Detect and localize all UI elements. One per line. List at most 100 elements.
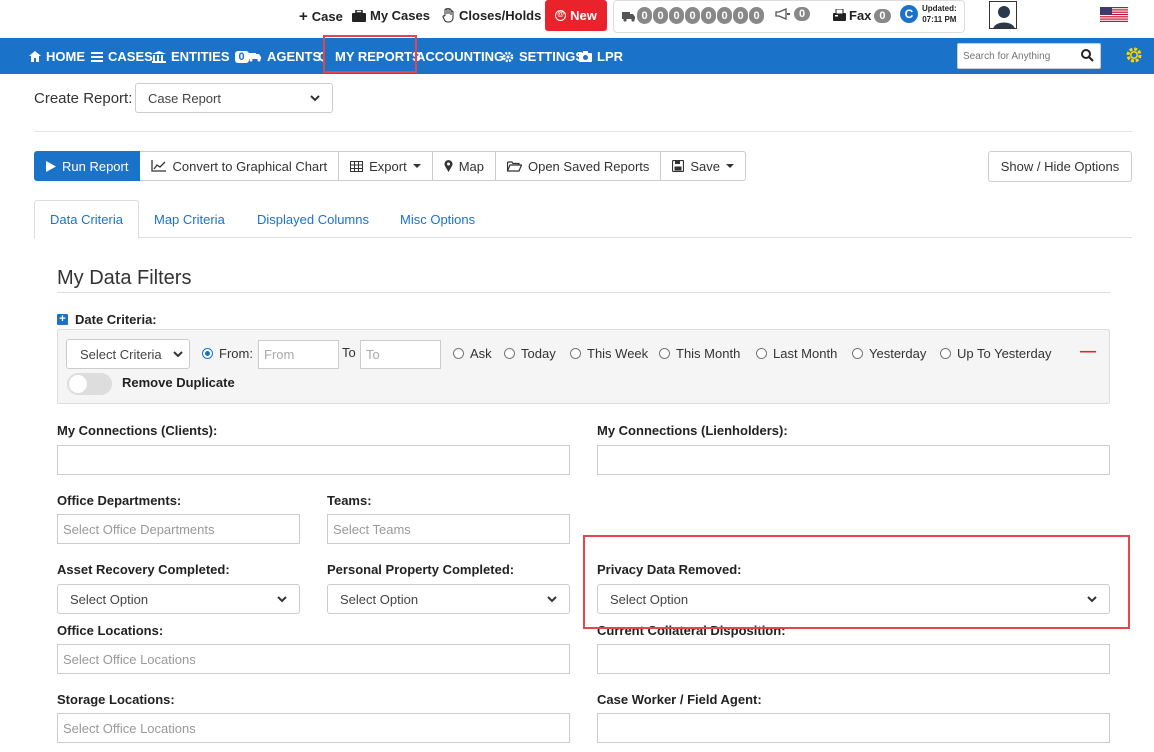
- radio-this-week[interactable]: This Week: [570, 346, 648, 361]
- connections-clients-input[interactable]: [57, 445, 570, 475]
- remove-duplicate-toggle[interactable]: [67, 373, 112, 395]
- remove-duplicate-label: Remove Duplicate: [122, 375, 235, 390]
- chevron-down-icon: [310, 94, 320, 101]
- date-criteria-panel: [57, 329, 1110, 404]
- divider: [57, 292, 1110, 293]
- folder-open-icon: [506, 160, 522, 172]
- show-hide-options-button[interactable]: Show / Hide Options: [988, 151, 1132, 182]
- radio-last-month[interactable]: Last Month: [756, 346, 837, 361]
- open-saved-reports-button[interactable]: Open Saved Reports: [495, 151, 662, 181]
- add-case-link[interactable]: + Case: [299, 8, 343, 25]
- storage-locations-input[interactable]: Select Office Locations: [57, 713, 570, 743]
- radio-yesterday[interactable]: Yesterday: [852, 346, 926, 361]
- line-chart-icon: [151, 160, 167, 172]
- radio-button[interactable]: [852, 348, 863, 359]
- radio-button[interactable]: [756, 348, 767, 359]
- asset-recovery-label: Asset Recovery Completed:: [57, 562, 230, 577]
- to-date-input[interactable]: To: [360, 340, 441, 369]
- announcements-link[interactable]: 0: [775, 7, 811, 21]
- asset-recovery-select[interactable]: Select Option: [57, 584, 300, 614]
- play-icon: [46, 160, 56, 172]
- radio-button[interactable]: [659, 348, 670, 359]
- nav-lpr[interactable]: LPR: [579, 49, 623, 64]
- connections-lienholders-input[interactable]: [597, 445, 1110, 475]
- refresh-icon: C: [900, 5, 918, 23]
- personal-property-select[interactable]: Select Option: [327, 584, 570, 614]
- radio-this-month[interactable]: This Month: [659, 346, 740, 361]
- gear-icon: [502, 51, 514, 62]
- fax-link[interactable]: Fax 0: [833, 8, 891, 23]
- divider: [34, 131, 1132, 132]
- radio-button[interactable]: [202, 348, 213, 359]
- select-criteria-dropdown[interactable]: Select Criteria: [66, 339, 190, 369]
- counter-digit: 0: [685, 7, 700, 24]
- radio-ask[interactable]: Ask: [453, 346, 492, 361]
- bank-icon: [152, 50, 166, 63]
- new-button[interactable]: @ New: [545, 0, 607, 31]
- search-input[interactable]: [958, 44, 1076, 68]
- radio-up-to-yesterday[interactable]: Up To Yesterday: [940, 346, 1051, 361]
- radio-button[interactable]: [570, 348, 581, 359]
- radio-today[interactable]: Today: [504, 346, 556, 361]
- camera-icon: [579, 51, 592, 62]
- office-locations-label: Office Locations:: [57, 623, 164, 638]
- radio-button[interactable]: [504, 348, 515, 359]
- fax-icon: [833, 9, 846, 21]
- search-icon[interactable]: [1081, 49, 1094, 62]
- date-criteria-header[interactable]: + Date Criteria:: [57, 312, 157, 327]
- from-date-input[interactable]: From: [258, 340, 339, 369]
- nav-agents[interactable]: AGENTS: [248, 49, 321, 64]
- remove-criteria-icon[interactable]: —: [1080, 343, 1096, 361]
- nav-accounting[interactable]: ACCOUNTING: [416, 49, 504, 64]
- radio-button[interactable]: [940, 348, 951, 359]
- teams-input[interactable]: Select Teams: [327, 514, 570, 544]
- case-worker-label: Case Worker / Field Agent:: [597, 692, 762, 707]
- office-departments-input[interactable]: Select Office Departments: [57, 514, 300, 544]
- expand-icon[interactable]: +: [57, 314, 68, 325]
- case-worker-input[interactable]: [597, 713, 1110, 743]
- truck-icon: [248, 53, 261, 62]
- tab-data-criteria[interactable]: Data Criteria: [34, 200, 139, 239]
- plus-icon: +: [299, 8, 308, 25]
- map-button[interactable]: Map: [432, 151, 496, 181]
- my-reports-highlight: [323, 35, 417, 73]
- global-search: [957, 43, 1101, 69]
- nav-home[interactable]: HOME: [29, 49, 85, 64]
- closes-holds-link[interactable]: Closes/Holds: [442, 8, 541, 23]
- chevron-down-icon: [277, 595, 287, 602]
- to-label: To: [342, 345, 356, 360]
- map-pin-icon: [444, 160, 453, 172]
- report-type-select[interactable]: Case Report: [135, 83, 333, 113]
- radio-from[interactable]: From:: [202, 346, 253, 361]
- export-button[interactable]: Export: [339, 151, 433, 181]
- caret-down-icon: [726, 164, 735, 168]
- updated-indicator[interactable]: C Updated: 07:11 PM: [900, 3, 957, 25]
- nav-settings[interactable]: SETTINGS: [502, 49, 584, 64]
- radio-button[interactable]: [453, 348, 464, 359]
- nav-entities[interactable]: ENTITIES 0: [152, 49, 249, 64]
- counters: 0 0 0 0 0 0 0 0: [622, 7, 765, 24]
- connections-clients-label: My Connections (Clients):: [57, 423, 218, 438]
- tab-misc-options[interactable]: Misc Options: [385, 200, 490, 238]
- avatar[interactable]: [989, 1, 1017, 29]
- current-collateral-input[interactable]: [597, 644, 1110, 674]
- tab-map-criteria[interactable]: Map Criteria: [139, 200, 240, 238]
- settings-gear-icon[interactable]: [1125, 46, 1143, 64]
- convert-chart-button[interactable]: Convert to Graphical Chart: [140, 151, 340, 181]
- new-icon: @: [555, 10, 567, 21]
- privacy-data-highlight: [583, 535, 1130, 629]
- us-flag-icon[interactable]: [1100, 7, 1128, 22]
- nav-cases[interactable]: CASES: [91, 49, 153, 64]
- entities-badge: 0: [234, 50, 249, 63]
- chevron-down-icon: [173, 350, 183, 357]
- tab-displayed-columns[interactable]: Displayed Columns: [242, 200, 384, 238]
- chevron-down-icon: [547, 595, 557, 602]
- office-locations-input[interactable]: Select Office Locations: [57, 644, 570, 674]
- counter-digit: 0: [653, 7, 668, 24]
- run-report-button[interactable]: Run Report: [34, 151, 141, 181]
- menu-icon: [91, 51, 103, 62]
- save-button[interactable]: Save: [661, 151, 747, 181]
- caret-down-icon: [412, 164, 421, 168]
- table-icon: [350, 160, 364, 172]
- my-cases-link[interactable]: My Cases: [352, 8, 430, 23]
